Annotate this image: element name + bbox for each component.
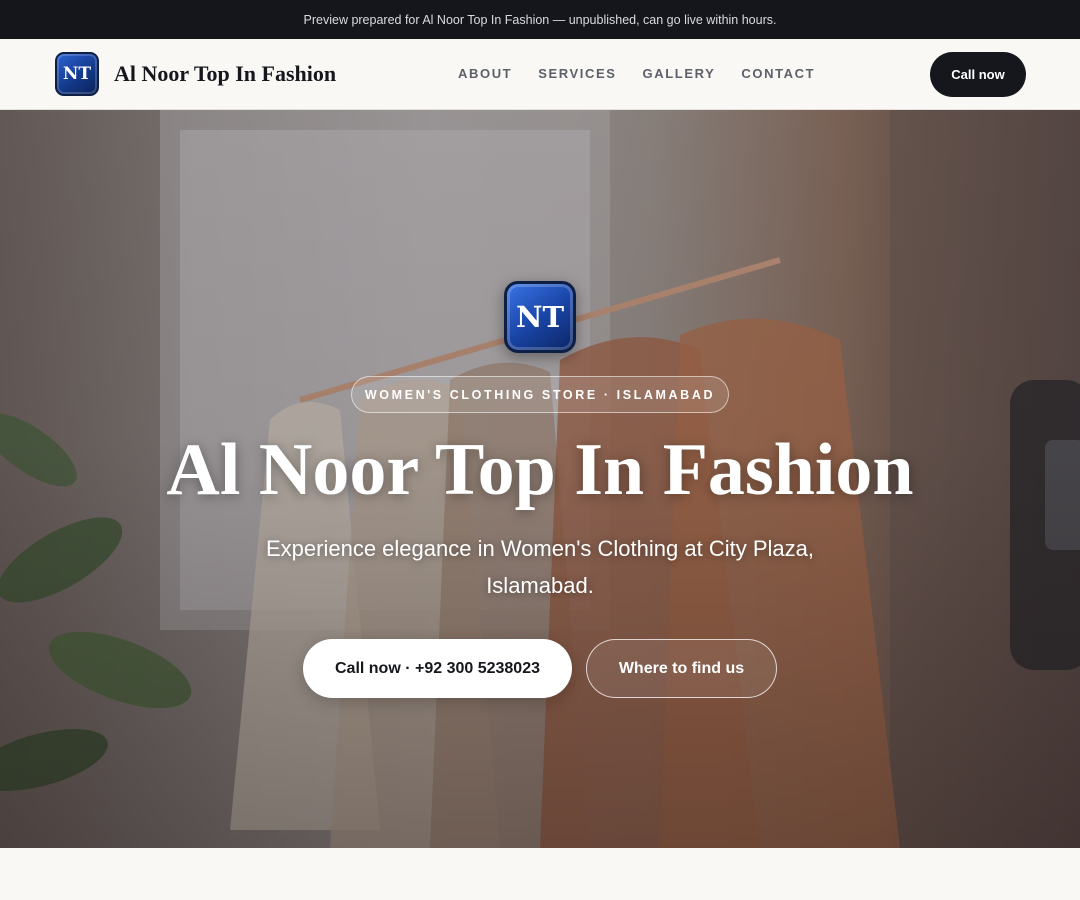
nav-link-about[interactable]: ABOUT [458, 66, 512, 81]
hero-call-button[interactable]: Call now · +92 300 5238023 [303, 639, 572, 698]
brand-name[interactable]: Al Noor Top In Fashion [114, 61, 336, 87]
hero-logo: NT [504, 281, 576, 353]
brand-logo-text: NT [62, 64, 92, 84]
hero-title: Al Noor Top In Fashion [166, 429, 914, 511]
brand-logo[interactable]: NT [55, 52, 99, 96]
hero-category-tag: WOMEN'S CLOTHING STORE · ISLAMABAD [351, 376, 729, 413]
preview-banner-text: Preview prepared for Al Noor Top In Fash… [303, 12, 777, 27]
nav-link-services[interactable]: SERVICES [538, 66, 616, 81]
preview-banner: Preview prepared for Al Noor Top In Fash… [0, 0, 1080, 39]
hero-location-button[interactable]: Where to find us [586, 639, 777, 698]
nav-link-gallery[interactable]: GALLERY [643, 66, 716, 81]
header-call-button[interactable]: Call now [930, 52, 1026, 97]
hero-subtitle: Experience elegance in Women's Clothing … [266, 536, 814, 598]
nav-link-contact[interactable]: CONTACT [741, 66, 815, 81]
site-header: NT Al Noor Top In Fashion ABOUT SERVICES… [0, 39, 1080, 110]
hero-section: NT WOMEN'S CLOTHING STORE · ISLAMABAD Al… [0, 110, 1080, 848]
hero-logo-text: NT [515, 300, 565, 334]
main-nav: ABOUT SERVICES GALLERY CONTACT [458, 66, 815, 81]
